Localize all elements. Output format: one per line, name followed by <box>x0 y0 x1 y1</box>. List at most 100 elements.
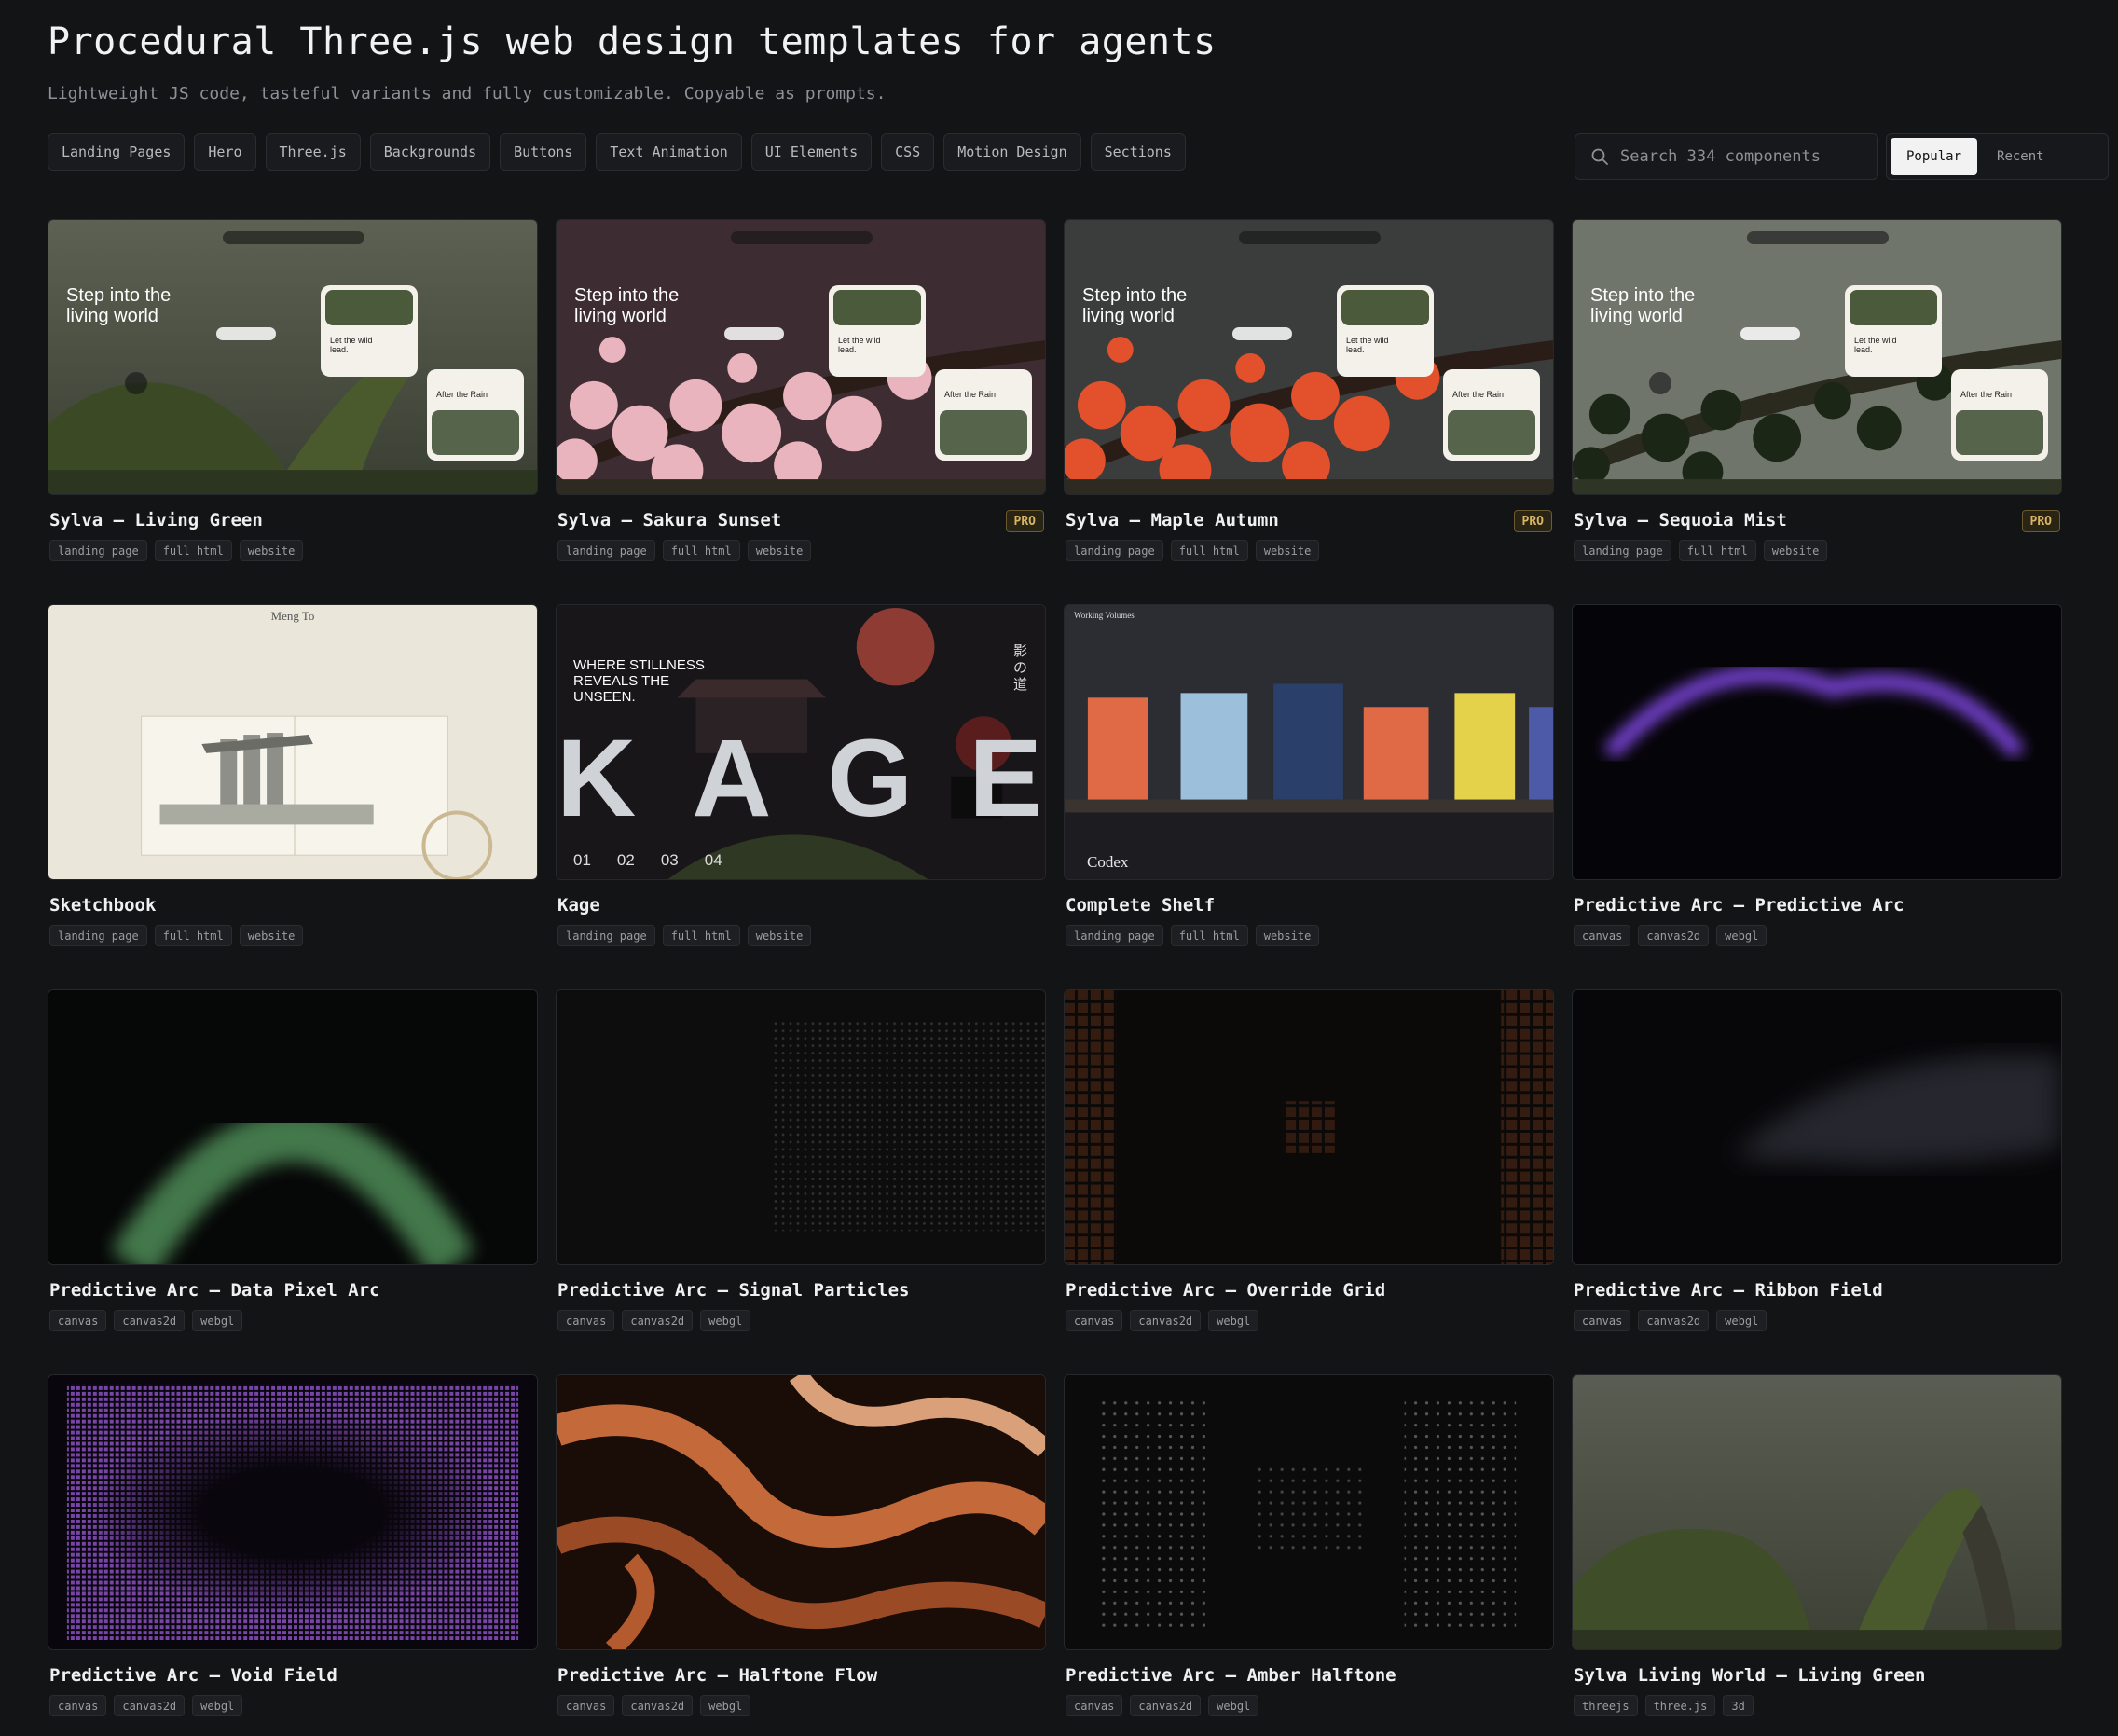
kage-kanji: 影の道 <box>1013 642 1028 693</box>
tag: website <box>1763 540 1828 561</box>
card-thumbnail[interactable]: Step into the living world Let the wild … <box>1572 219 2062 495</box>
filter-landing-pages[interactable]: Landing Pages <box>48 133 186 171</box>
card-title[interactable]: Predictive Arc — Ribbon Field <box>1574 1280 2062 1302</box>
page-title: Procedural Three.js web design templates… <box>48 21 1217 63</box>
card-complete-shelf[interactable]: Working Volumes Codex Complete Shelf lan… <box>1064 604 1554 946</box>
pro-badge: PRO <box>1513 510 1552 532</box>
tag: full html <box>662 540 740 561</box>
tag: canvas <box>49 1310 107 1331</box>
card-halftone-flow[interactable]: Predictive Arc — Halftone Flow canvas ca… <box>556 1374 1046 1716</box>
card-title[interactable]: Predictive Arc — Data Pixel Arc <box>49 1280 538 1302</box>
card-thumbnail[interactable] <box>48 1374 538 1650</box>
card-title[interactable]: Sketchbook <box>49 895 538 917</box>
filter-text-animation[interactable]: Text Animation <box>596 133 742 171</box>
card-thumbnail[interactable]: Working Volumes Codex <box>1064 604 1554 880</box>
card-thumbnail[interactable]: Step into the living world Let the wild … <box>556 219 1046 495</box>
card-thumbnail[interactable] <box>1064 1374 1554 1650</box>
shelf-brand: Codex <box>1087 853 1129 871</box>
tag: 3d <box>1723 1695 1754 1716</box>
card-title[interactable]: Predictive Arc — Amber Halftone <box>1066 1665 1554 1688</box>
card-title[interactable]: Predictive Arc — Halftone Flow <box>557 1665 1046 1688</box>
filter-hero[interactable]: Hero <box>194 133 256 171</box>
card-thumbnail[interactable]: Meng To <box>48 604 538 880</box>
tag: full html <box>154 925 232 946</box>
mini-navbar <box>223 231 364 244</box>
card-data-pixel-arc[interactable]: Predictive Arc — Data Pixel Arc canvas c… <box>48 989 538 1331</box>
slide-number[interactable]: 04 <box>705 851 722 870</box>
card-signal-particles[interactable]: Predictive Arc — Signal Particles canvas… <box>556 989 1046 1331</box>
tag: webgl <box>700 1695 751 1716</box>
card-sketchbook[interactable]: Meng To Sketchbook landing page full htm… <box>48 604 538 946</box>
tag: canvas2d <box>114 1695 186 1716</box>
tag: website <box>747 540 812 561</box>
card-void-field[interactable]: Predictive Arc — Void Field canvas canva… <box>48 1374 538 1716</box>
filter-motion-design[interactable]: Motion Design <box>943 133 1081 171</box>
card-title[interactable]: Sylva — Living Green <box>49 510 538 532</box>
card-thumbnail[interactable]: Step into the living world Let the wild … <box>48 219 538 495</box>
card-predictive-arc[interactable]: Predictive Arc — Predictive Arc canvas c… <box>1572 604 2062 946</box>
floating-card: After the Rain <box>427 369 524 461</box>
pro-badge: PRO <box>1005 510 1044 532</box>
floating-card: After the Rain <box>1443 369 1540 461</box>
filter-css[interactable]: CSS <box>881 133 935 171</box>
search-input[interactable]: Search 334 components <box>1575 133 1878 180</box>
card-title[interactable]: Predictive Arc — Override Grid <box>1066 1280 1554 1302</box>
thumbnail-image <box>557 1375 1045 1649</box>
sort-popular[interactable]: Popular <box>1891 138 1978 175</box>
card-sylva-living-world[interactable]: Sylva Living World — Living Green threej… <box>1572 1374 2062 1716</box>
card-sylva-sakura-sunset[interactable]: Step into the living world Let the wild … <box>556 219 1046 561</box>
tag: webgl <box>700 1310 751 1331</box>
hero-heading: Step into the living world <box>66 285 172 326</box>
tag: landing page <box>1066 540 1163 561</box>
card-title[interactable]: Predictive Arc — Void Field <box>49 1665 538 1688</box>
hero-heading: Step into the living world <box>1082 285 1188 326</box>
filter-sections[interactable]: Sections <box>1090 133 1186 171</box>
sort-recent[interactable]: Recent <box>1981 138 2060 175</box>
card-amber-halftone[interactable]: Predictive Arc — Amber Halftone canvas c… <box>1064 1374 1554 1716</box>
card-kage[interactable]: KAGE WHERE STILLNESS REVEALS THE UNSEEN.… <box>556 604 1046 946</box>
card-title[interactable]: Sylva Living World — Living Green <box>1574 1665 2062 1688</box>
mini-navbar <box>731 231 873 244</box>
slide-number[interactable]: 01 <box>573 851 591 870</box>
card-thumbnail[interactable] <box>556 989 1046 1265</box>
tag: canvas2d <box>1638 1310 1710 1331</box>
card-sylva-maple-autumn[interactable]: Step into the living world Let the wild … <box>1064 219 1554 561</box>
card-title[interactable]: Kage <box>557 895 1046 917</box>
card-thumbnail[interactable] <box>556 1374 1046 1650</box>
card-thumbnail[interactable] <box>1572 604 2062 880</box>
filter-chips: Landing Pages Hero Three.js Backgrounds … <box>48 133 1186 171</box>
tag: canvas <box>1066 1695 1123 1716</box>
slide-number[interactable]: 02 <box>617 851 635 870</box>
card-title[interactable]: Predictive Arc — Predictive Arc <box>1574 895 2062 917</box>
floating-card: Let the wild lead. <box>321 285 418 377</box>
tag: three.js <box>1644 1695 1716 1716</box>
card-sylva-sequoia-mist[interactable]: Step into the living world Let the wild … <box>1572 219 2062 561</box>
tag: full html <box>1170 925 1248 946</box>
card-thumbnail[interactable] <box>1572 989 2062 1265</box>
card-title[interactable]: Sylva — Sakura Sunset <box>557 510 1046 532</box>
tag: website <box>747 925 812 946</box>
card-thumbnail[interactable]: Step into the living world Let the wild … <box>1064 219 1554 495</box>
card-title[interactable]: Complete Shelf <box>1066 895 1554 917</box>
thumbnail-image <box>1065 1375 1553 1649</box>
card-thumbnail[interactable] <box>48 989 538 1265</box>
card-override-grid[interactable]: Predictive Arc — Override Grid canvas ca… <box>1064 989 1554 1331</box>
card-thumbnail[interactable] <box>1572 1374 2062 1650</box>
card-title[interactable]: Sylva — Maple Autumn <box>1066 510 1554 532</box>
slide-number[interactable]: 03 <box>661 851 679 870</box>
tag: full html <box>154 540 232 561</box>
tag: canvas2d <box>622 1695 694 1716</box>
card-title[interactable]: Sylva — Sequoia Mist <box>1574 510 2062 532</box>
card-thumbnail[interactable] <box>1064 989 1554 1265</box>
tag: canvas2d <box>1130 1310 1202 1331</box>
card-thumbnail[interactable]: KAGE WHERE STILLNESS REVEALS THE UNSEEN.… <box>556 604 1046 880</box>
kage-letters: KAGE <box>557 717 1046 840</box>
card-sylva-living-green[interactable]: Step into the living world Let the wild … <box>48 219 538 561</box>
filter-ui-elements[interactable]: UI Elements <box>750 133 873 171</box>
filter-threejs[interactable]: Three.js <box>265 133 361 171</box>
page-subtitle: Lightweight JS code, tasteful variants a… <box>48 84 887 103</box>
card-title[interactable]: Predictive Arc — Signal Particles <box>557 1280 1046 1302</box>
card-ribbon-field[interactable]: Predictive Arc — Ribbon Field canvas can… <box>1572 989 2062 1331</box>
filter-backgrounds[interactable]: Backgrounds <box>369 133 491 171</box>
filter-buttons[interactable]: Buttons <box>500 133 587 171</box>
